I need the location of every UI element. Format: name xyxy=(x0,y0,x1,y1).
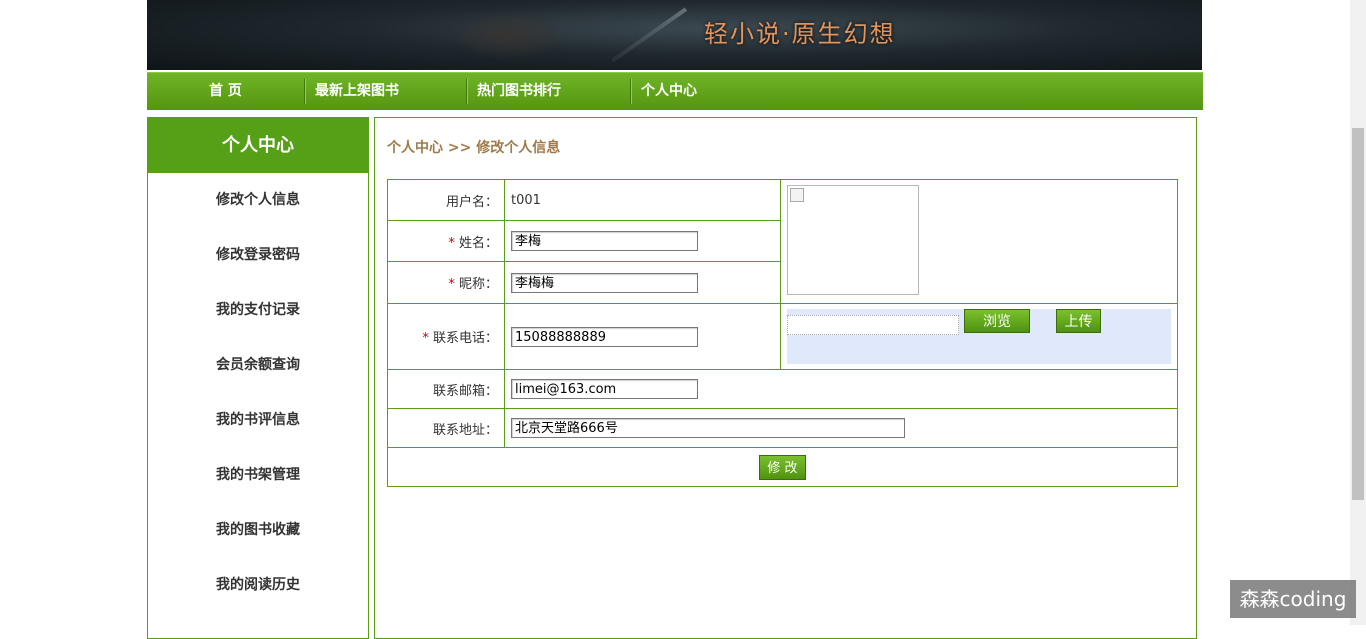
phone-input[interactable]: 15088888889 xyxy=(511,326,698,347)
email-cell: limei@163.com xyxy=(504,369,1178,409)
scrollbar-thumb[interactable] xyxy=(1352,128,1364,500)
name-label: 姓名： xyxy=(458,235,498,251)
file-input[interactable] xyxy=(787,315,959,335)
address-label: 联系地址： xyxy=(387,408,505,448)
required-mark: * xyxy=(448,277,455,292)
nav-new-books[interactable]: 最新上架图书 xyxy=(315,73,399,110)
name-input[interactable]: 李梅 xyxy=(511,231,698,251)
name-cell: 李梅 xyxy=(504,220,781,262)
address-cell: 北京天堂路666号 xyxy=(504,408,1178,448)
browse-button[interactable]: 浏览 xyxy=(964,309,1030,333)
username-value: t001 xyxy=(504,179,781,221)
photo-cell xyxy=(780,179,1178,304)
sidebar-item-balance[interactable]: 会员余额查询 xyxy=(148,338,368,393)
sidebar-item-history[interactable]: 我的阅读历史 xyxy=(148,558,368,613)
nav-divider xyxy=(304,79,306,104)
nav-personal-center[interactable]: 个人中心 xyxy=(641,73,697,110)
upload-button[interactable]: 上传 xyxy=(1056,309,1101,333)
nav-divider xyxy=(466,79,468,104)
top-nav: 首 页 最新上架图书 热门图书排行 个人中心 xyxy=(147,72,1203,110)
submit-cell: 修 改 xyxy=(387,447,1178,487)
profile-form: 用户名： t001 * 姓名： 李梅 * 昵称： 李梅梅 * 联系电话： 150… xyxy=(387,179,1178,487)
main-panel: 个人中心 >> 修改个人信息 用户名： t001 * 姓名： 李梅 * 昵称： xyxy=(374,117,1197,639)
page-scrollbar[interactable] xyxy=(1350,0,1366,625)
upload-area: 浏览 上传 xyxy=(787,309,1171,364)
nav-home[interactable]: 首 页 xyxy=(209,73,242,110)
banner-shadow xyxy=(447,10,567,60)
avatar-photo xyxy=(787,185,919,295)
address-input[interactable]: 北京天堂路666号 xyxy=(511,418,905,438)
sidebar-item-change-password[interactable]: 修改登录密码 xyxy=(148,228,368,283)
required-mark: * xyxy=(448,235,455,251)
sidebar-item-edit-profile[interactable]: 修改个人信息 xyxy=(148,173,368,228)
nickname-label: 昵称： xyxy=(458,277,498,292)
watermark: 森森coding xyxy=(1230,580,1356,618)
phone-label: 联系电话： xyxy=(432,331,498,346)
sidebar-title: 个人中心 xyxy=(148,118,368,173)
nickname-input[interactable]: 李梅梅 xyxy=(511,272,698,293)
sidebar-item-payment-records[interactable]: 我的支付记录 xyxy=(148,283,368,338)
nickname-label-cell: * 昵称： xyxy=(387,261,505,304)
email-input[interactable]: limei@163.com xyxy=(511,379,698,399)
sidebar: 个人中心 修改个人信息 修改登录密码 我的支付记录 会员余额查询 我的书评信息 … xyxy=(147,117,369,639)
sidebar-item-favorites[interactable]: 我的图书收藏 xyxy=(148,503,368,558)
breadcrumb: 个人中心 >> 修改个人信息 xyxy=(387,140,561,156)
upload-cell: 浏览 上传 xyxy=(780,303,1178,370)
required-mark: * xyxy=(422,331,429,346)
name-label-cell: * 姓名： xyxy=(387,220,505,262)
phone-cell: 15088888889 xyxy=(504,303,781,370)
banner-sword xyxy=(610,7,688,63)
broken-image-icon xyxy=(790,188,804,202)
phone-label-cell: * 联系电话： xyxy=(387,303,505,370)
submit-button[interactable]: 修 改 xyxy=(759,454,806,480)
sidebar-item-reviews[interactable]: 我的书评信息 xyxy=(148,393,368,448)
username-label: 用户名： xyxy=(387,179,505,221)
email-label: 联系邮箱： xyxy=(387,369,505,409)
nav-divider xyxy=(630,79,632,104)
sidebar-item-bookshelf[interactable]: 我的书架管理 xyxy=(148,448,368,503)
nav-hot-books[interactable]: 热门图书排行 xyxy=(477,73,561,110)
banner: 轻小说·原生幻想 xyxy=(147,0,1202,70)
site-title: 轻小说·原生幻想 xyxy=(704,20,896,48)
nickname-cell: 李梅梅 xyxy=(504,261,781,304)
